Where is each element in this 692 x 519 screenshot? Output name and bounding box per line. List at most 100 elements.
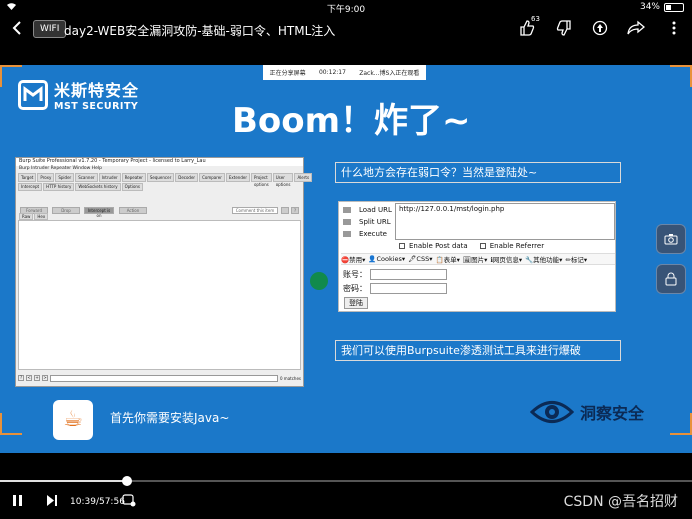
share-viewer: Zack...博S入正在观看 <box>359 70 420 77</box>
burp-subtab: Intercept <box>18 183 43 191</box>
toolbar-item: 🔧其他功能▾ <box>525 256 563 264</box>
progress-knob[interactable] <box>122 476 133 486</box>
burp-tab: Spider <box>55 173 75 182</box>
footer-brand: 洞察安全 <box>530 399 644 425</box>
burp-suggestion-box: 我们可以使用Burpsuite渗透测试工具来进行爆破 <box>335 340 621 361</box>
burp-tab: Sequencer <box>146 173 175 182</box>
toolbar-item: 📋表单▾ <box>435 256 460 264</box>
hackbar-actions: Load URL Split URL Execute <box>343 204 392 240</box>
like-button[interactable] <box>519 20 535 40</box>
split-url-label: Split URL <box>359 218 391 226</box>
share-button[interactable] <box>627 20 646 40</box>
burp-button-row: Forward Drop Intercept is on Action Comm… <box>16 205 303 218</box>
toolbar-item: ✏标记▾ <box>565 256 588 264</box>
execute-icon <box>343 231 351 237</box>
toolbar-item: ⛔禁用▾ <box>341 256 366 264</box>
mst-logo: 米斯特安全 MST SECURITY <box>18 77 139 112</box>
corner-bottom-right <box>670 413 692 435</box>
burp-tab: Target <box>18 173 37 182</box>
toolbar-item: 🖼图片▾ <box>462 256 488 264</box>
toolbar-item: 👤Cookies▾ <box>368 255 406 263</box>
toolbar-item: ℹ网页信息▾ <box>490 256 523 264</box>
pause-button[interactable] <box>12 494 24 510</box>
login-button: 登陆 <box>344 297 368 309</box>
share-status: 正在分享屏幕 <box>269 70 306 77</box>
battery-percent: 34% <box>639 2 660 12</box>
burp-tab: Intruder <box>98 173 121 182</box>
help-icon: ? <box>291 207 299 214</box>
enable-post-label: Enable Post data <box>409 242 468 250</box>
toolbar-item: 🖋CSS▾ <box>408 255 433 263</box>
burp-tab: Scanner <box>75 173 98 182</box>
burp-title: Burp Suite Professional v1.7.20 - Tempor… <box>16 158 303 166</box>
account-row: 账号： <box>343 269 447 280</box>
enable-post-option: Enable Post data <box>399 242 468 250</box>
burp-tab: Alerts <box>294 173 313 182</box>
burp-tab: Decoder <box>175 173 199 182</box>
progress-fill <box>0 480 128 482</box>
raw-tab: Raw <box>19 213 34 220</box>
execute-item: Execute <box>343 228 392 240</box>
battery-icon <box>664 2 684 12</box>
help-small-icon: ? <box>18 375 24 381</box>
burp-tab: Proxy <box>37 173 55 182</box>
web-developer-toolbar: ⛔禁用▾ 👤Cookies▾ 🖋CSS▾ 📋表单▾ 🖼图片▾ ℹ网页信息▾ 🔧其… <box>341 253 615 265</box>
burp-tab: Extender <box>225 173 250 182</box>
danmaku-toggle-icon[interactable] <box>122 493 136 510</box>
video-nav-bar: WIFI day2-WEB安全漏洞攻防-基础-弱口令、HTML注入 63 <box>0 14 692 48</box>
drop-button: Drop <box>52 207 80 214</box>
mst-shield-icon <box>18 79 48 110</box>
highlight-icon <box>281 207 289 214</box>
video-title: day2-WEB安全漏洞攻防-基础-弱口令、HTML注入 <box>64 24 336 38</box>
current-time: 10:39 <box>70 497 96 507</box>
footer-brand-text: 洞察安全 <box>580 404 645 423</box>
wifi-badge: WIFI <box>33 20 67 38</box>
referrer-checkbox <box>479 243 486 249</box>
screen-share-bar: 正在分享屏幕 00:12:17 Zack...博S入正在观看 <box>263 65 426 80</box>
question-box: 什么地方会存在弱口令？当然是登陆处~ <box>335 162 621 183</box>
load-url-label: Load URL <box>359 206 392 214</box>
enable-referrer-option: Enable Referrer <box>479 242 545 250</box>
next-button[interactable] <box>46 494 58 510</box>
lock-screen-button[interactable] <box>656 264 686 294</box>
burp-tabs: Target Proxy Spider Scanner Intruder Rep… <box>16 173 313 187</box>
status-bar: 下午9:00 34% <box>0 0 692 15</box>
corner-top-right <box>670 65 692 87</box>
csdn-watermark: CSDN @吾名招财 <box>563 494 678 510</box>
brand-en: MST SECURITY <box>54 101 139 112</box>
back-button[interactable] <box>12 20 22 41</box>
burp-tab: Repeater <box>121 173 146 182</box>
share-timer: 00:12:17 <box>318 69 346 76</box>
corner-bottom-left <box>0 413 22 435</box>
plus-icon: + <box>34 375 40 381</box>
eye-icon <box>530 399 574 425</box>
brand-cn: 米斯特安全 <box>54 81 140 100</box>
battery-indicator: 34% <box>640 2 684 12</box>
account-input <box>370 269 447 280</box>
load-url-icon <box>343 207 351 213</box>
hackbar-panel: Load URL Split URL Execute http://127.0.… <box>338 201 616 312</box>
burp-subtab: WebSockets history <box>75 183 121 191</box>
screenshot-button[interactable] <box>656 224 686 254</box>
green-dot <box>310 272 328 290</box>
intercept-button: Intercept is on <box>84 207 114 218</box>
java-icon: ☕ <box>53 400 93 440</box>
password-input <box>370 283 447 294</box>
burp-raw-tabs: Raw Hex <box>19 213 49 220</box>
execute-label: Execute <box>359 230 387 238</box>
hackbar-options: Enable Post data Enable Referrer <box>399 242 544 250</box>
enable-referrer-label: Enable Referrer <box>489 242 545 250</box>
hex-tab: Hex <box>34 213 49 220</box>
coin-button[interactable] <box>592 20 608 40</box>
burp-tab: User options <box>272 173 294 187</box>
time-display: 10:39/57:56 <box>70 497 125 507</box>
more-options-button[interactable] <box>667 20 681 40</box>
dislike-button[interactable] <box>556 20 572 40</box>
hackbar-url-field: http://127.0.0.1/mst/login.php <box>395 203 615 240</box>
burp-search-field <box>50 374 278 382</box>
java-install-text: 首先你需要安装Java~ <box>110 411 230 425</box>
burp-suite-window: Burp Suite Professional v1.7.20 - Tempor… <box>15 157 313 387</box>
video-slide: 米斯特安全 MST SECURITY 正在分享屏幕 00:12:17 Zack.… <box>0 65 692 453</box>
burp-tab: Project options <box>250 173 272 187</box>
password-row: 密码： <box>343 283 447 294</box>
